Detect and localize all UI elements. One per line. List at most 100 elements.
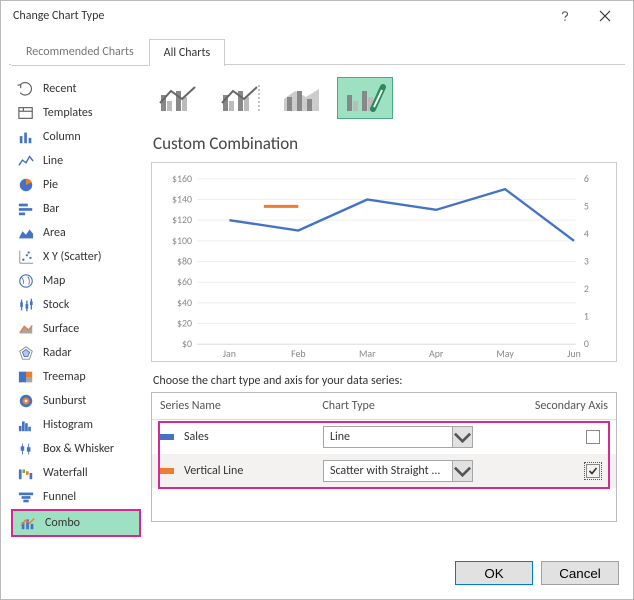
map-icon [17,273,35,289]
sidebar-item-column[interactable]: Column [11,125,141,149]
treemap-icon [17,369,35,385]
sidebar-item-stock[interactable]: Stock [11,293,141,317]
sidebar-item-templates[interactable]: Templates [11,101,141,125]
sidebar-item-bar[interactable]: Bar [11,197,141,221]
tab-all-charts[interactable]: All Charts [149,39,226,66]
dialog-title: Change Chart Type [9,9,545,23]
svg-text:$20: $20 [177,318,192,330]
sidebar-item-box-whisker[interactable]: Box & Whisker [11,437,141,461]
svg-text:6: 6 [584,173,589,185]
sidebar-item-waterfall[interactable]: Waterfall [11,461,141,485]
sidebar-item-funnel[interactable]: Funnel [11,485,141,509]
subtype-title: Custom Combination [151,131,617,162]
sidebar-item-line[interactable]: Line [11,149,141,173]
secondary-axis-checkbox-sales[interactable] [586,430,600,444]
scatter-icon [17,249,35,265]
sidebar-item-sunburst[interactable]: Sunburst [11,389,141,413]
ok-button[interactable]: OK [455,561,533,585]
svg-text:Jan: Jan [223,348,236,359]
waterfall-icon [17,465,35,481]
svg-text:May: May [496,348,514,359]
close-icon [599,10,611,22]
sidebar-item-area[interactable]: Area [11,221,141,245]
tab-strip: Recommended Charts All Charts [1,31,633,65]
chart-category-list: Recent Templates Column Line Pie Bar [11,73,141,547]
pie-icon [17,177,35,193]
series-row-vertical-line: Vertical Line Scatter with Straight ... [152,454,616,488]
svg-text:2: 2 [584,283,589,295]
svg-text:5: 5 [584,200,589,212]
sidebar-item-radar[interactable]: Radar [11,341,141,365]
tab-recommended-charts[interactable]: Recommended Charts [11,38,149,66]
sidebar-item-map[interactable]: Map [11,269,141,293]
sidebar-item-histogram[interactable]: Histogram [11,413,141,437]
templates-icon [17,105,35,121]
series-caption: Choose the chart type and axis for your … [151,362,617,392]
svg-text:4: 4 [584,228,589,240]
surface-icon [17,321,35,337]
series-swatch [160,468,174,474]
area-icon [17,225,35,241]
svg-text:$140: $140 [172,193,192,205]
sidebar-item-combo[interactable]: Combo [11,509,141,537]
chevron-down-icon [452,461,472,481]
boxwhisker-icon [17,441,35,457]
svg-text:Jun: Jun [567,348,580,359]
subtype-clustered-column-line[interactable] [151,77,207,119]
svg-text:Mar: Mar [359,348,376,359]
sidebar-item-pie[interactable]: Pie [11,173,141,197]
series-type-dropdown-sales[interactable]: Line [323,426,473,448]
line-icon [17,153,35,169]
sunburst-icon [17,393,35,409]
svg-text:Feb: Feb [291,348,305,359]
chart-preview-svg: $0 $20 $40 $60 $80 $100 $120 $140 $160 0… [158,167,610,359]
series-name-label: Vertical Line [184,464,243,478]
sidebar-item-treemap[interactable]: Treemap [11,365,141,389]
svg-text:Apr: Apr [429,348,444,359]
histogram-icon [17,417,35,433]
funnel-icon [17,489,35,505]
chevron-down-icon [452,427,472,447]
close-button[interactable] [585,2,625,30]
help-button[interactable] [545,2,585,30]
svg-text:0: 0 [584,338,589,350]
bar-icon [17,201,35,217]
svg-text:3: 3 [584,255,589,267]
recent-icon [17,81,35,97]
subtype-stacked-area-clustered-column[interactable] [275,77,331,119]
svg-text:$0: $0 [182,338,192,350]
series-table-header: Series Name Chart Type Secondary Axis [152,393,616,420]
svg-text:1: 1 [584,311,589,323]
help-icon [559,10,571,22]
stock-icon [17,297,35,313]
sidebar-item-recent[interactable]: Recent [11,77,141,101]
series-table: Series Name Chart Type Secondary Axis Sa… [151,392,617,522]
sidebar-item-scatter[interactable]: X Y (Scatter) [11,245,141,269]
main-panel: Custom Combination $0 $20 $40 $60 $80 $1… [141,73,623,547]
cancel-button[interactable]: Cancel [541,561,619,585]
series-header-type: Chart Type [322,399,508,413]
series-name-label: Sales [184,430,209,444]
series-swatch [160,434,174,440]
checkmark-icon [588,466,598,476]
secondary-axis-checkbox-vertical-line[interactable] [586,464,600,478]
svg-text:$160: $160 [172,173,192,185]
svg-text:$100: $100 [172,235,192,247]
svg-text:$40: $40 [177,297,192,309]
series-header-axis: Secondary Axis [508,399,608,413]
svg-text:$80: $80 [177,255,192,267]
change-chart-type-dialog: Change Chart Type Recommended Charts All… [0,0,634,600]
svg-text:$60: $60 [177,276,192,288]
subtype-custom-combination[interactable] [337,77,393,119]
subtype-clustered-column-line-secondary-axis[interactable] [213,77,269,119]
series-sales-line [229,189,574,241]
combo-icon [19,515,37,531]
sidebar-item-surface[interactable]: Surface [11,317,141,341]
svg-text:$120: $120 [172,214,192,226]
column-icon [17,129,35,145]
series-type-dropdown-vertical-line[interactable]: Scatter with Straight ... [323,460,473,482]
titlebar: Change Chart Type [1,1,633,31]
series-header-name: Series Name [160,399,322,413]
series-row-sales: Sales Line [152,420,616,454]
chart-preview: $0 $20 $40 $60 $80 $100 $120 $140 $160 0… [151,162,617,362]
